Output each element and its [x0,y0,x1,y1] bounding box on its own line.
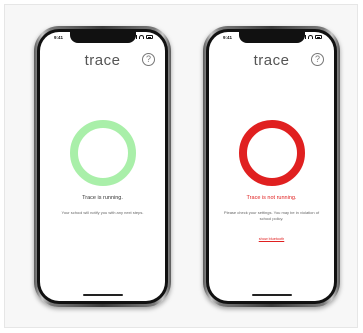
status-time: 9:41 [223,35,233,40]
notch [238,32,305,43]
status-time: 9:41 [54,35,64,40]
notch [69,32,136,43]
status-text: Trace is not running. [246,195,297,201]
phone-screen: 9:41 trace ? Trace is not running. Pleas… [209,32,334,301]
show-bluetooth-link[interactable]: show bluetooth [209,237,334,241]
status-description: Your school will notify you with any nex… [61,210,144,215]
phone-bezel: 9:41 trace ? Trace is running. Your scho… [37,29,168,304]
help-icon[interactable]: ? [142,53,155,66]
home-indicator [82,294,123,296]
status-icons [300,35,322,39]
signal-icon [131,35,137,39]
signal-icon [300,35,306,39]
home-indicator [251,294,292,296]
battery-icon [315,35,322,39]
wifi-icon [139,35,144,39]
battery-icon [146,35,153,39]
phone-screen: 9:41 trace ? Trace is running. Your scho… [40,32,165,301]
status-ring [69,120,136,186]
status-icons [131,35,153,39]
phone-running: 9:41 trace ? Trace is running. Your scho… [34,26,171,307]
wifi-icon [308,35,313,39]
status-text: Trace is running. [82,195,123,201]
status-ring [238,120,305,186]
help-icon[interactable]: ? [311,53,324,66]
phone-bezel: 9:41 trace ? Trace is not running. Pleas… [206,29,337,304]
status-description: Please check your settings. You may be i… [223,210,320,221]
phone-not-running: 9:41 trace ? Trace is not running. Pleas… [203,26,340,307]
